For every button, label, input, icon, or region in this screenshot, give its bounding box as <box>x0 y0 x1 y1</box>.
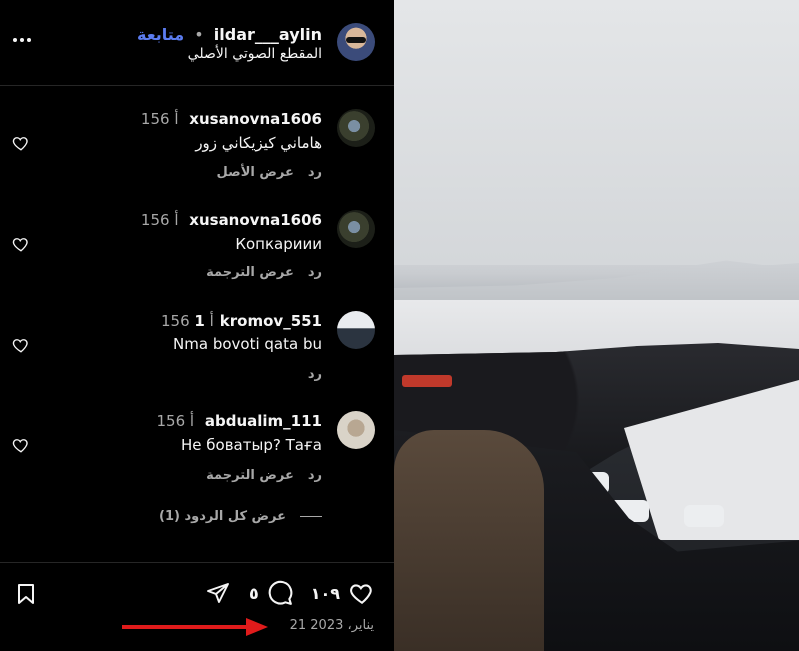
media-car <box>684 505 724 527</box>
heart-icon[interactable] <box>12 436 30 454</box>
heart-icon[interactable] <box>12 336 30 354</box>
heart-icon[interactable] <box>12 134 30 152</box>
likes-count: ١٠٩ <box>310 583 340 603</box>
comment-username[interactable]: xusanovna1606 <box>189 110 322 128</box>
view-replies-label: عرض كل الردود (1) <box>159 509 286 524</box>
show-translation-link[interactable]: عرض الترجمة <box>206 265 294 280</box>
comment-actions: عرض الأصل رد <box>217 165 322 180</box>
replies-divider-line <box>300 516 322 517</box>
media-sky <box>394 0 799 265</box>
comments-count: ٥ <box>248 583 259 603</box>
post-header: متابعة • ildar___aylin المقطع الصوتي الأ… <box>0 0 394 86</box>
follow-button[interactable]: متابعة <box>137 25 184 44</box>
header-user-line: متابعة • ildar___aylin <box>137 25 322 44</box>
reply-link[interactable]: رد <box>308 367 322 382</box>
post-date[interactable]: 21 يناير، 2023 <box>290 618 374 633</box>
heart-icon[interactable] <box>12 235 30 253</box>
comment-time: 156 أ <box>161 312 214 330</box>
comment-text: هاماني كيزيكاني زور <box>195 134 322 152</box>
comment-time: 156 أ <box>140 211 179 229</box>
reply-link[interactable]: رد <box>308 265 322 280</box>
post-username[interactable]: ildar___aylin <box>214 25 322 44</box>
comment-text: Не боватыр? Таға <box>181 436 322 454</box>
reply-link[interactable]: رد <box>308 468 322 483</box>
commenter-avatar[interactable] <box>337 210 375 248</box>
post-video-media[interactable] <box>394 0 799 651</box>
comment-time: 156 أ <box>140 110 179 128</box>
post-owner-avatar[interactable] <box>337 23 375 61</box>
commenter-avatar[interactable] <box>337 109 375 147</box>
comment-text: Nma bovoti qata bu <box>173 335 322 353</box>
show-translation-link[interactable]: عرض الترجمة <box>206 468 294 483</box>
heart-icon[interactable] <box>348 580 376 606</box>
comment-username[interactable]: abdualim_111 <box>205 412 322 430</box>
reply-link[interactable]: رد <box>308 165 322 180</box>
show-original-link[interactable]: عرض الأصل <box>217 165 294 180</box>
action-bar: ٥ ١٠٩ <box>205 580 376 606</box>
comment-header: 156 أ abdualim_111 <box>157 412 322 430</box>
post-details-panel: متابعة • ildar___aylin المقطع الصوتي الأ… <box>0 0 394 651</box>
comment-text: Копкариии <box>235 235 322 253</box>
comment-header: 156 أ xusanovna1606 <box>141 110 322 128</box>
share-icon[interactable] <box>205 581 231 605</box>
commenter-avatar[interactable] <box>337 311 375 349</box>
comment-header: 156 أ 1kromov_551 <box>161 312 322 330</box>
media-foreground-person <box>394 430 544 651</box>
comment-actions: عرض الترجمة رد <box>206 265 322 280</box>
comment-time: 156 أ <box>156 412 195 430</box>
original-audio-link[interactable]: المقطع الصوتي الأصلي <box>188 46 322 62</box>
comment-actions: رد <box>308 367 322 382</box>
more-options-icon[interactable] <box>13 30 37 50</box>
post-footer: ٥ ١٠٩ 21 يناير، 2023 <box>0 562 394 651</box>
comment-icon[interactable] <box>267 580 293 606</box>
comment-header: 156 أ xusanovna1606 <box>141 211 322 229</box>
media-red-tent <box>402 375 452 387</box>
view-all-replies-button[interactable]: عرض كل الردود (1) <box>159 509 322 524</box>
red-arrow-icon <box>122 618 268 636</box>
commenter-avatar[interactable] <box>337 411 375 449</box>
comment-username[interactable]: xusanovna1606 <box>189 211 322 229</box>
separator-dot: • <box>194 25 204 44</box>
bookmark-icon[interactable] <box>14 582 38 606</box>
comment-actions: عرض الترجمة رد <box>206 468 322 483</box>
